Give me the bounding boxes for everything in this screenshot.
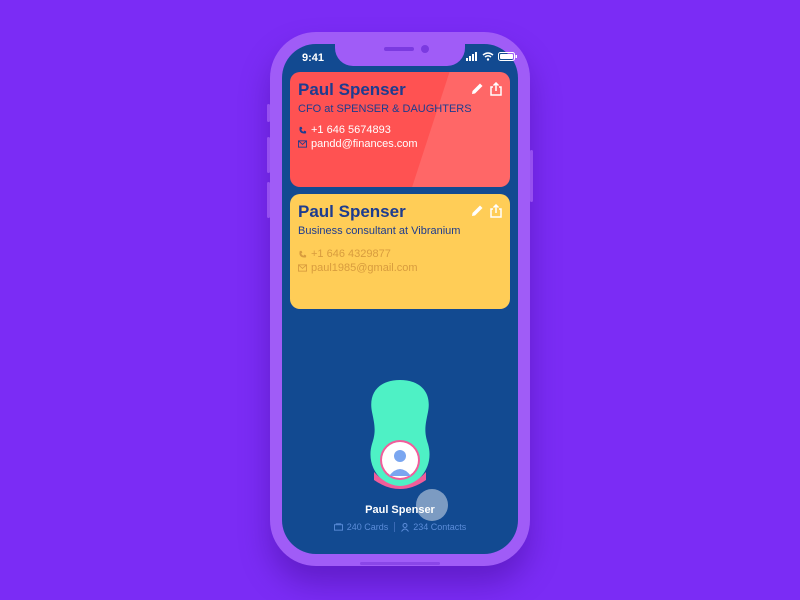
home-indicator[interactable] — [360, 562, 440, 565]
cards-count[interactable]: 240 Cards — [347, 522, 389, 532]
phone-icon — [299, 250, 307, 257]
edit-icon[interactable] — [471, 82, 484, 95]
share-icon[interactable] — [490, 82, 502, 96]
business-card-2[interactable]: Paul Spenser Business consultant at Vibr… — [290, 194, 510, 309]
card-phone-row[interactable]: +1 646 4329877 — [298, 248, 391, 260]
cards-icon — [333, 523, 343, 531]
edit-icon[interactable] — [471, 204, 484, 217]
wifi-icon — [482, 52, 494, 61]
card-phone: +1 646 5674893 — [311, 124, 391, 136]
mail-icon — [298, 264, 307, 272]
card-email: pandd@finances.com — [311, 138, 418, 150]
card-phone: +1 646 4329877 — [311, 248, 391, 260]
business-card-1[interactable]: Paul Spenser CFO at SPENSER & DAUGHTERS … — [290, 72, 510, 187]
card-name: Paul Spenser — [298, 80, 406, 99]
touch-indicator — [416, 489, 448, 521]
contacts-icon — [401, 522, 410, 532]
mail-icon — [298, 140, 307, 148]
card-tools — [471, 82, 502, 96]
battery-icon — [498, 52, 517, 61]
card-tools — [471, 204, 502, 218]
status-time: 9:41 — [302, 52, 325, 64]
card-role: Business consultant at Vibranium — [298, 225, 461, 237]
card-email-row[interactable]: pandd@finances.com — [298, 138, 418, 150]
card-email: paul1985@gmail.com — [311, 262, 418, 274]
card-phone-row[interactable]: +1 646 5674893 — [298, 124, 391, 136]
profile-name: Paul Spenser — [365, 504, 435, 516]
card-email-row[interactable]: paul1985@gmail.com — [298, 262, 418, 274]
card-role: CFO at SPENSER & DAUGHTERS — [298, 103, 472, 115]
status-icons — [466, 52, 518, 61]
speaker — [384, 47, 414, 51]
stats-divider — [394, 522, 396, 532]
contacts-count[interactable]: 234 Contacts — [413, 522, 466, 532]
card-name: Paul Spenser — [298, 202, 406, 221]
profile-stats: 240 Cards 234 Contacts — [300, 522, 500, 532]
share-icon[interactable] — [490, 204, 502, 218]
profile-avatar-blob[interactable] — [368, 380, 432, 492]
camera — [421, 45, 429, 53]
phone-icon — [299, 126, 307, 133]
notch — [335, 40, 465, 66]
signal-icon — [466, 52, 477, 61]
